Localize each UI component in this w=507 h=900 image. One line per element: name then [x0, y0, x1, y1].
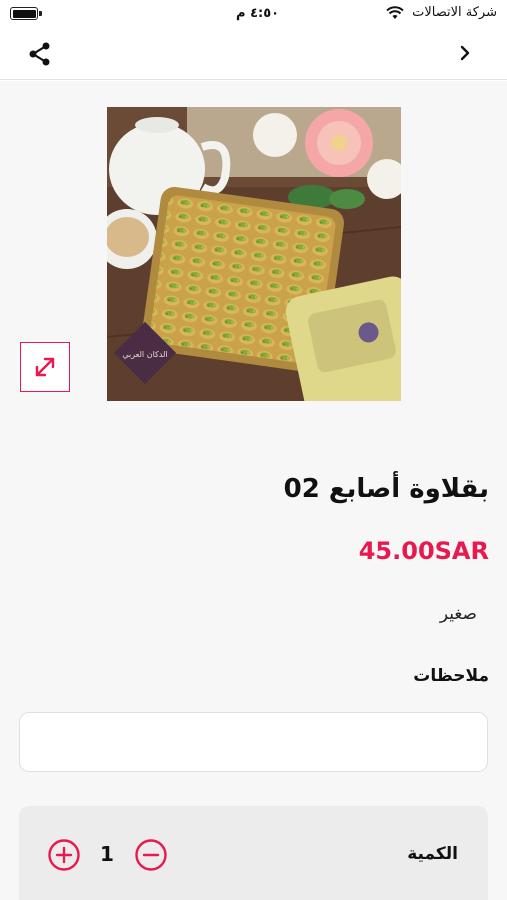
minus-icon[interactable] — [134, 838, 168, 872]
product-price: 45.00SAR — [358, 537, 489, 565]
battery-icon — [10, 7, 42, 20]
carrier-name: شركة الاتصالات — [412, 5, 497, 20]
plus-icon[interactable] — [47, 838, 81, 872]
top-bar — [0, 28, 507, 80]
logo-text: الدكان العربي — [122, 350, 167, 359]
chevron-right-icon[interactable] — [454, 42, 476, 64]
status-time: ٤:٥٠ م — [236, 6, 280, 21]
product-title: بقلاوة أصابع 02 — [283, 474, 489, 504]
size-option[interactable]: صغير — [440, 604, 477, 624]
quantity-stepper: الكمية 1 — [19, 806, 488, 900]
notes-label: ملاحظات — [413, 666, 489, 686]
expand-arrows-icon — [35, 357, 55, 377]
wifi-icon — [386, 6, 404, 19]
quantity-label: الكمية — [407, 844, 458, 864]
baklava-photo: الدكان العربي — [107, 107, 401, 401]
expand-image-button[interactable] — [20, 342, 70, 392]
quantity-value: 1 — [100, 842, 114, 866]
status-bar: ٤:٥٠ م شركة الاتصالات — [0, 0, 507, 28]
product-details: الدكان العربي بقلاوة أصابع 02 45.00SAR ص… — [0, 81, 507, 900]
product-image[interactable]: الدكان العربي — [107, 107, 401, 401]
share-icon[interactable] — [26, 40, 54, 68]
notes-input[interactable] — [19, 712, 488, 772]
